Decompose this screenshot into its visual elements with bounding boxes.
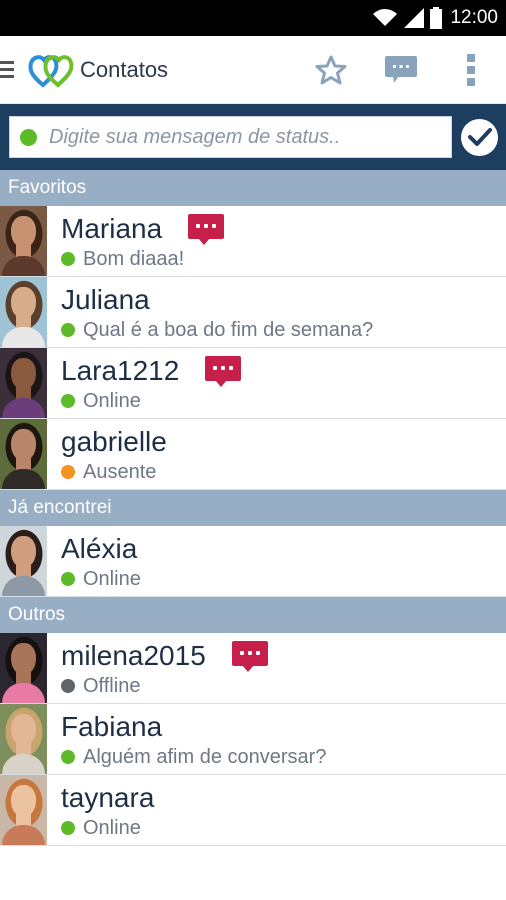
new-message-icon[interactable] <box>231 640 268 672</box>
contact-status: Online <box>83 389 141 412</box>
contact-row[interactable]: milena2015 Offline <box>0 633 506 704</box>
contact-status: Qual é a boa do fim de semana? <box>83 318 374 341</box>
contact-row[interactable]: gabrielle Ausente <box>0 419 506 490</box>
presence-online-icon <box>61 821 75 835</box>
avatar[interactable] <box>0 206 47 276</box>
contact-row[interactable]: Aléxia Online <box>0 526 506 597</box>
contact-row[interactable]: Lara1212 Online <box>0 348 506 419</box>
contact-row[interactable]: Juliana Qual é a boa do fim de semana? <box>0 277 506 348</box>
avatar[interactable] <box>0 633 47 703</box>
section-header: Outros <box>0 597 506 633</box>
status-message-bar <box>0 104 506 170</box>
avatar[interactable] <box>0 775 47 845</box>
avatar[interactable] <box>0 419 47 489</box>
contact-row[interactable]: taynara Online <box>0 775 506 846</box>
confirm-status-button[interactable] <box>461 118 498 156</box>
contact-name: Lara1212 <box>61 355 180 386</box>
contact-name: gabrielle <box>61 426 167 457</box>
status-bar: 12:00 <box>0 0 506 36</box>
contact-status: Offline <box>83 674 141 697</box>
contact-status: Bom diaaa! <box>83 247 185 270</box>
presence-online-icon <box>61 572 75 586</box>
messages-button[interactable] <box>366 36 436 104</box>
avatar[interactable] <box>0 704 47 774</box>
overflow-menu-button[interactable] <box>436 36 506 104</box>
new-message-icon[interactable] <box>205 355 242 387</box>
presence-online-icon <box>61 394 75 408</box>
check-icon <box>467 128 492 146</box>
contact-list: Favoritos Mariana Bom diaaa! Juliana Qual é … <box>0 170 506 846</box>
star-icon <box>315 55 347 85</box>
status-input-container <box>9 116 452 158</box>
battery-icon <box>430 7 443 29</box>
contact-status: Online <box>83 816 141 839</box>
presence-online-icon <box>61 750 75 764</box>
contact-name: Juliana <box>61 284 150 315</box>
presence-online-icon <box>20 128 37 146</box>
contact-status: Alguém afim de conversar? <box>83 745 327 768</box>
contact-name: milena2015 <box>61 640 206 671</box>
contact-row[interactable]: Mariana Bom diaaa! <box>0 206 506 277</box>
avatar[interactable] <box>0 348 47 418</box>
app-bar: Contatos <box>0 36 506 104</box>
wifi-icon <box>373 9 398 26</box>
status-message-input[interactable] <box>49 125 451 149</box>
more-vert-icon <box>467 54 475 86</box>
presence-online-icon <box>61 252 75 266</box>
contact-name: Mariana <box>61 213 163 244</box>
presence-online-icon <box>61 323 75 337</box>
contact-status: Ausente <box>83 460 157 483</box>
page-title: Contatos <box>80 56 169 82</box>
contact-name: Aléxia <box>61 533 138 564</box>
contact-name: Fabiana <box>61 711 163 742</box>
hamburger-menu-icon[interactable] <box>0 57 14 82</box>
contact-status: Online <box>83 567 141 590</box>
section-header: Favoritos <box>0 170 506 206</box>
avatar[interactable] <box>0 526 47 596</box>
avatar[interactable] <box>0 277 47 347</box>
presence-away-icon <box>61 465 75 479</box>
clock: 12:00 <box>450 7 498 28</box>
hearts-logo-icon <box>28 54 74 88</box>
presence-offline-icon <box>61 679 75 693</box>
favorites-button[interactable] <box>296 36 366 104</box>
section-header: Já encontrei <box>0 490 506 526</box>
chat-bubble-icon <box>385 56 417 83</box>
signal-icon <box>404 8 425 28</box>
new-message-icon[interactable] <box>188 213 225 245</box>
contact-row[interactable]: Fabiana Alguém afim de conversar? <box>0 704 506 775</box>
contact-name: taynara <box>61 782 155 813</box>
